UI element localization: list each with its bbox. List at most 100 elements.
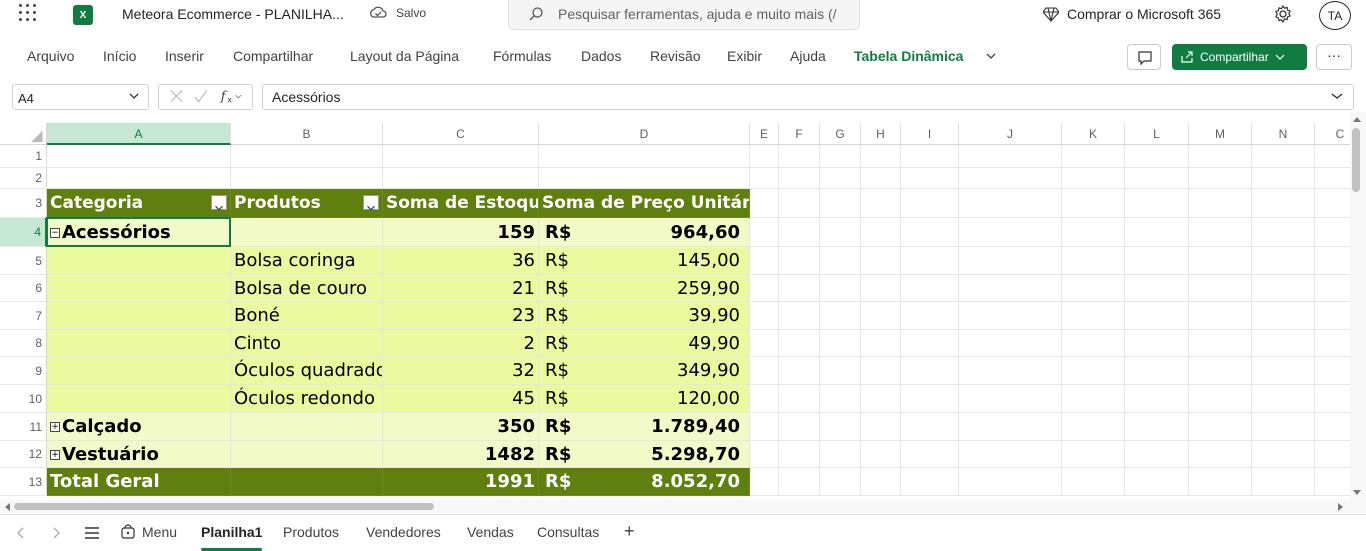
- cell[interactable]: [959, 441, 1062, 468]
- filter-dropdown-icon[interactable]: [211, 195, 227, 211]
- cell[interactable]: [820, 275, 861, 302]
- cell[interactable]: [1252, 302, 1315, 330]
- sheet-tab-vendas[interactable]: Vendas: [467, 524, 514, 540]
- column-header-e[interactable]: E: [750, 123, 779, 145]
- cell[interactable]: [1125, 168, 1189, 189]
- column-header-g[interactable]: G: [820, 123, 861, 145]
- buy-microsoft-365-link[interactable]: Comprar o Microsoft 365: [1067, 6, 1221, 22]
- cell[interactable]: [1252, 275, 1315, 302]
- cell[interactable]: [1125, 218, 1189, 247]
- pivot-stock-cell[interactable]: 1482: [383, 441, 539, 468]
- pivot-price-cell[interactable]: R$ 5.298,70: [539, 441, 750, 468]
- cell[interactable]: [861, 468, 901, 496]
- formula-input[interactable]: Acessórios: [262, 84, 1354, 110]
- row-header-13[interactable]: 13: [0, 468, 47, 496]
- cell[interactable]: [861, 218, 901, 247]
- pivot-stock-cell[interactable]: 350: [383, 413, 539, 441]
- sheet-tab-consultas[interactable]: Consultas: [537, 524, 599, 540]
- cell[interactable]: [779, 275, 820, 302]
- tab-layout-da-pagina[interactable]: Layout da Página: [350, 48, 459, 64]
- cell[interactable]: [750, 218, 779, 247]
- column-header-f[interactable]: F: [779, 123, 820, 145]
- pivot-category-cell[interactable]: [47, 247, 231, 275]
- cell[interactable]: [901, 413, 959, 441]
- row-header-11[interactable]: 11: [0, 413, 47, 441]
- cell[interactable]: [901, 441, 959, 468]
- pivot-price-cell[interactable]: R$ 349,90: [539, 357, 750, 385]
- more-options-button[interactable]: ···: [1316, 44, 1352, 70]
- pivot-category-cell[interactable]: + Calçado: [47, 413, 231, 441]
- pivot-price-cell[interactable]: R$ 49,90: [539, 330, 750, 357]
- cell[interactable]: [1062, 302, 1125, 330]
- cell[interactable]: [1062, 357, 1125, 385]
- cell[interactable]: [1189, 468, 1252, 496]
- cell[interactable]: [901, 468, 959, 496]
- column-header-i[interactable]: I: [901, 123, 959, 145]
- pivot-total-empty[interactable]: [231, 468, 383, 496]
- pivot-stock-cell[interactable]: 23: [383, 302, 539, 330]
- tab-compartilhar[interactable]: Compartilhar: [233, 48, 313, 64]
- document-title[interactable]: Meteora Ecommerce - PLANILHA...: [122, 6, 344, 22]
- row-header-8[interactable]: 8: [0, 330, 47, 357]
- pivot-category-cell[interactable]: [47, 302, 231, 330]
- sheet-tab-planilha1[interactable]: Planilha1: [201, 524, 262, 540]
- cell[interactable]: [901, 275, 959, 302]
- cell[interactable]: [231, 168, 383, 189]
- cell[interactable]: [820, 168, 861, 189]
- cell[interactable]: [779, 413, 820, 441]
- cell[interactable]: [750, 468, 779, 496]
- cell[interactable]: [1125, 441, 1189, 468]
- cell[interactable]: [861, 385, 901, 413]
- cell[interactable]: [1125, 413, 1189, 441]
- menu-button[interactable]: Menu: [142, 524, 177, 540]
- pivot-product-cell[interactable]: [231, 218, 383, 247]
- cell[interactable]: [959, 330, 1062, 357]
- cell[interactable]: [1252, 330, 1315, 357]
- pivot-stock-cell[interactable]: 32: [383, 357, 539, 385]
- pivot-category-cell[interactable]: [47, 385, 231, 413]
- column-header-b[interactable]: B: [231, 123, 383, 145]
- cell[interactable]: [861, 189, 901, 218]
- cell[interactable]: [750, 385, 779, 413]
- pivot-product-cell[interactable]: Bolsa de couro: [231, 275, 383, 302]
- chevron-down-icon[interactable]: [129, 92, 139, 100]
- cell[interactable]: [779, 145, 820, 168]
- cell[interactable]: [901, 189, 959, 218]
- scroll-down-icon[interactable]: [1351, 488, 1363, 498]
- cell[interactable]: [861, 247, 901, 275]
- cell[interactable]: [1125, 468, 1189, 496]
- cell[interactable]: [750, 330, 779, 357]
- cell[interactable]: [750, 189, 779, 218]
- column-header-k[interactable]: K: [1062, 123, 1125, 145]
- pivot-product-cell[interactable]: [231, 413, 383, 441]
- tab-revisao[interactable]: Revisão: [650, 48, 701, 64]
- cell[interactable]: [539, 145, 750, 168]
- cell[interactable]: [1252, 441, 1315, 468]
- cell[interactable]: [1062, 441, 1125, 468]
- cell[interactable]: [901, 330, 959, 357]
- cell[interactable]: [750, 168, 779, 189]
- tab-arquivo[interactable]: Arquivo: [27, 48, 74, 64]
- pivot-price-cell[interactable]: R$ 259,90: [539, 275, 750, 302]
- pivot-price-cell[interactable]: R$ 1.789,40: [539, 413, 750, 441]
- scroll-up-icon[interactable]: [1351, 114, 1363, 124]
- expand-icon[interactable]: +: [50, 450, 60, 460]
- tab-dados[interactable]: Dados: [581, 48, 621, 64]
- cell[interactable]: [1189, 302, 1252, 330]
- cell[interactable]: [779, 330, 820, 357]
- cell[interactable]: [1062, 275, 1125, 302]
- vertical-scroll-thumb[interactable]: [1352, 128, 1360, 192]
- cell[interactable]: [861, 168, 901, 189]
- row-header-5[interactable]: 5: [0, 247, 47, 275]
- excel-logo-icon[interactable]: X: [73, 5, 93, 25]
- row-header-12[interactable]: 12: [0, 441, 47, 468]
- sheet-tab-vendedores[interactable]: Vendedores: [366, 524, 441, 540]
- cell[interactable]: [861, 302, 901, 330]
- cell[interactable]: [750, 247, 779, 275]
- cell[interactable]: [1062, 145, 1125, 168]
- cell[interactable]: [1125, 189, 1189, 218]
- cell[interactable]: [1189, 168, 1252, 189]
- tab-exibir[interactable]: Exibir: [727, 48, 762, 64]
- cell[interactable]: [1189, 275, 1252, 302]
- prev-sheet-icon[interactable]: [16, 525, 26, 541]
